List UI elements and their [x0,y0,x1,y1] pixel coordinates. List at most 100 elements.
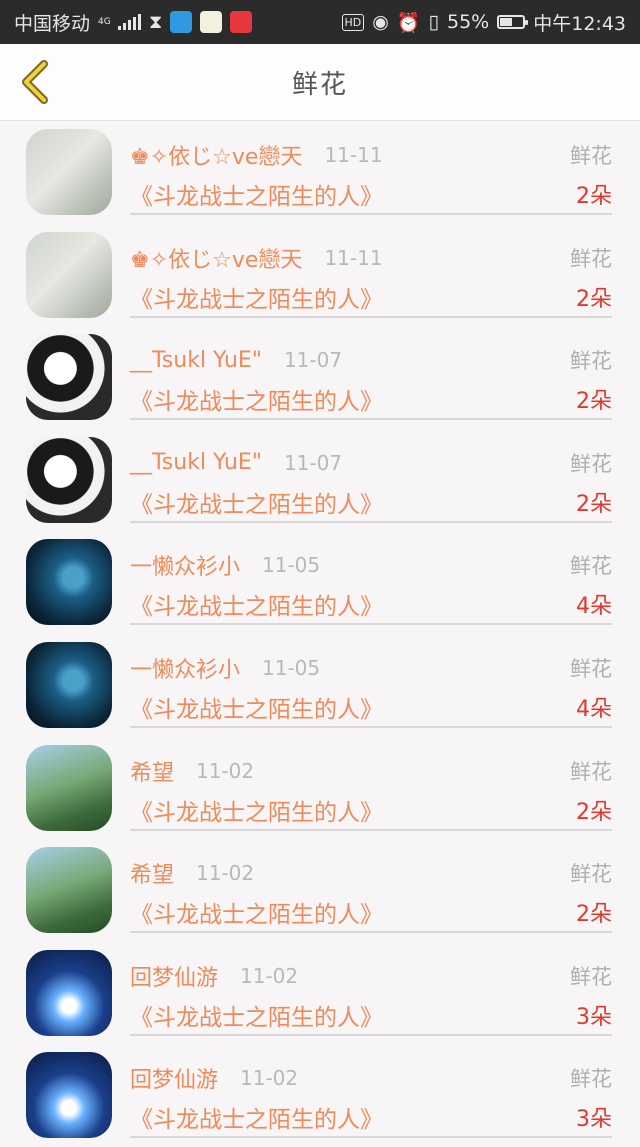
book-title[interactable]: 《斗龙战士之陌生的人》 [130,177,383,211]
signal-icon [118,14,142,30]
user-name[interactable]: 希望 [130,857,174,889]
back-button[interactable] [14,58,54,106]
emoji-app-icon [200,11,223,33]
divider [130,418,612,421]
divider [130,828,612,831]
book-title[interactable]: 《斗龙战士之陌生的人》 [130,895,383,929]
row-header: __Tsukl YuE" 11-07 鲜花 [130,344,612,376]
avatar[interactable] [26,129,112,215]
record-date: 11-05 [262,655,321,680]
divider [130,1136,612,1139]
hourglass-icon: ⧗ [149,11,163,33]
list-item[interactable]: 回梦仙游 11-02 鲜花 《斗龙战士之陌生的人》 3朵 [0,942,640,1045]
list-item[interactable]: 一懒众衫小 11-05 鲜花 《斗龙战士之陌生的人》 4朵 [0,531,640,634]
flower-count: 2朵 [576,389,612,415]
avatar[interactable] [26,949,112,1036]
book-title[interactable]: 《斗龙战士之陌生的人》 [130,690,383,724]
book-title[interactable]: 《斗龙战士之陌生的人》 [130,280,383,314]
book-title[interactable]: 《斗龙战士之陌生的人》 [130,587,383,621]
avatar[interactable] [26,847,112,934]
clock: 中午12:43 [533,12,626,35]
user-name[interactable]: 希望 [130,755,174,787]
row-header: 一懒众衫小 11-05 鲜花 [130,652,612,684]
status-right: HD ◉ ⏰ ▯ 55% 中午12:43 [341,9,626,36]
divider [130,213,612,215]
row-header: ♚✧依じ☆ve戀天 11-11 鲜花 [130,242,612,274]
list-item[interactable]: ♚✧依じ☆ve戀天 11-11 鲜花 《斗龙战士之陌生的人》 2朵 [0,224,640,327]
row-header: 希望 11-02 鲜花 [130,755,612,787]
gift-type-label: 鲜花 [570,451,612,476]
row-body: 《斗龙战士之陌生的人》 2朵 [130,280,612,314]
shopping-app-icon [230,11,253,33]
gift-type-label: 鲜花 [570,554,612,579]
hd-icon: HD [341,13,365,31]
row-body: 《斗龙战士之陌生的人》 2朵 [130,895,612,929]
row-body: 《斗龙战士之陌生的人》 3朵 [130,998,612,1032]
book-title[interactable]: 《斗龙战士之陌生的人》 [130,382,383,416]
list-item[interactable]: __Tsukl YuE" 11-07 鲜花 《斗龙战士之陌生的人》 2朵 [0,326,640,429]
status-left: 中国移动 4G ⧗ [14,9,253,36]
list-item[interactable]: 一懒众衫小 11-05 鲜花 《斗龙战士之陌生的人》 4朵 [0,634,640,737]
divider [130,725,612,728]
record-date: 11-02 [240,963,299,988]
flower-count: 3朵 [576,1004,612,1030]
avatar[interactable] [26,334,112,421]
row-header: 一懒众衫小 11-05 鲜花 [130,549,612,581]
book-title[interactable]: 《斗龙战士之陌生的人》 [130,485,383,519]
list-item[interactable]: 希望 11-02 鲜花 《斗龙战士之陌生的人》 2朵 [0,737,640,840]
row-header: __Tsukl YuE" 11-07 鲜花 [130,447,612,479]
list-item[interactable]: 回梦仙游 11-02 鲜花 《斗龙战士之陌生的人》 3朵 [0,1044,640,1147]
flower-count: 4朵 [576,594,612,620]
book-title[interactable]: 《斗龙战士之陌生的人》 [130,793,383,827]
row-header: 回梦仙游 11-02 鲜花 [130,960,612,992]
record-date: 11-07 [283,348,343,373]
divider [130,520,612,523]
battery-icon [497,15,529,29]
list-item[interactable]: ♚✧依じ☆ve戀天 11-11 鲜花 《斗龙战士之陌生的人》 2朵 [0,121,640,224]
user-name[interactable]: ♚✧依じ☆ve戀天 [130,139,302,171]
list-item[interactable]: __Tsukl YuE" 11-07 鲜花 《斗龙战士之陌生的人》 2朵 [0,429,640,532]
book-title[interactable]: 《斗龙战士之陌生的人》 [130,998,383,1032]
book-title[interactable]: 《斗龙战士之陌生的人》 [130,1100,383,1134]
user-name[interactable]: 回梦仙游 [130,960,218,992]
gift-type-label: 鲜花 [570,656,612,681]
row-body: 《斗龙战士之陌生的人》 3朵 [130,1100,612,1134]
avatar[interactable] [26,539,112,626]
flower-count: 2朵 [576,902,612,928]
avatar[interactable] [26,231,112,318]
status-bar: 中国移动 4G ⧗ HD ◉ ⏰ ▯ 55% 中午12:43 [0,0,640,44]
divider [130,623,612,626]
delivery-app-icon [170,11,193,33]
page-title: 鲜花 [291,69,348,100]
gift-type-label: 鲜花 [570,1067,612,1092]
user-name[interactable]: 回梦仙游 [130,1062,218,1094]
record-date: 11-05 [262,553,321,578]
divider [130,1033,612,1036]
record-date: 11-02 [196,758,255,783]
flower-count: 3朵 [576,1107,612,1133]
battery-fill [500,18,513,26]
record-date: 11-07 [283,450,343,475]
list-item[interactable]: 希望 11-02 鲜花 《斗龙战士之陌生的人》 2朵 [0,839,640,942]
network-type: 4G [98,16,111,27]
user-name[interactable]: 一懒众衫小 [130,652,240,684]
avatar[interactable] [26,436,112,523]
gift-type-label: 鲜花 [570,144,612,168]
alarm-icon: ⏰ [396,11,421,34]
avatar[interactable] [26,641,112,728]
avatar[interactable] [26,744,112,831]
avatar[interactable] [26,1052,112,1139]
user-name[interactable]: __Tsukl YuE" [130,450,262,475]
row-header: 希望 11-02 鲜花 [130,857,612,889]
row-body: 《斗龙战士之陌生的人》 4朵 [130,587,612,621]
gift-type-label: 鲜花 [570,349,612,374]
flower-count: 2朵 [576,799,612,825]
divider [130,931,612,934]
user-name[interactable]: ♚✧依じ☆ve戀天 [130,242,302,274]
nav-bar: 鲜花 [0,44,640,121]
row-body: 《斗龙战士之陌生的人》 2朵 [130,793,612,827]
eye-icon: ◉ [372,11,389,33]
record-date: 11-02 [196,861,255,886]
user-name[interactable]: __Tsukl YuE" [130,348,262,373]
user-name[interactable]: 一懒众衫小 [130,549,240,581]
